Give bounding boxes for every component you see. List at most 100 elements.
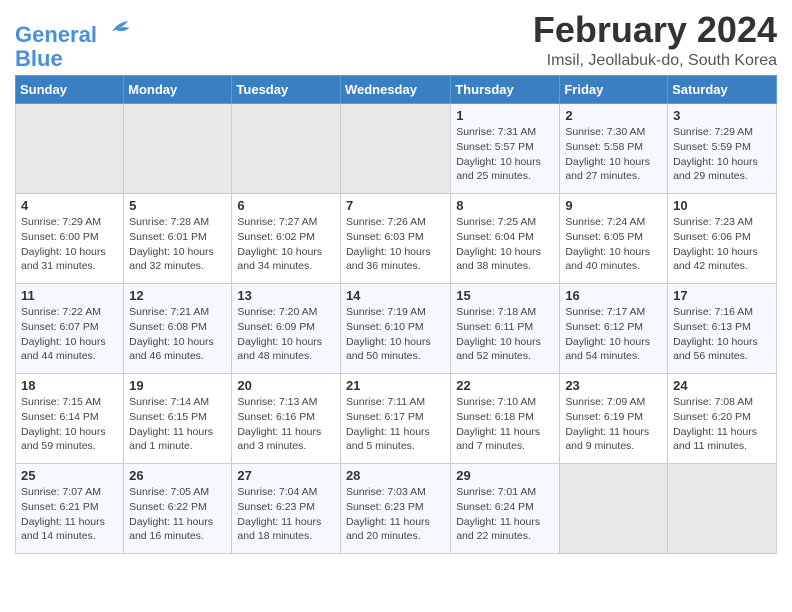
calendar-cell: 9 Sunrise: 7:24 AMSunset: 6:05 PMDaylight… xyxy=(560,194,668,284)
calendar-cell xyxy=(124,104,232,194)
day-info: Sunrise: 7:29 AMSunset: 5:59 PMDaylight:… xyxy=(673,125,771,184)
weekday-header-friday: Friday xyxy=(560,76,668,104)
calendar-cell: 27 Sunrise: 7:04 AMSunset: 6:23 PMDayligh… xyxy=(232,464,341,554)
calendar-cell: 16Sunrise: 7:17 AMSunset: 6:12 PMDayligh… xyxy=(560,284,668,374)
calendar-cell xyxy=(340,104,450,194)
day-info: Sunrise: 7:30 AMSunset: 5:58 PMDaylight:… xyxy=(565,125,662,184)
calendar-cell: 29 Sunrise: 7:01 AMSunset: 6:24 PMDayligh… xyxy=(451,464,560,554)
calendar-cell: 19Sunrise: 7:14 AMSunset: 6:15 PMDayligh… xyxy=(124,374,232,464)
title-section: February 2024 Imsil, Jeollabuk-do, South… xyxy=(533,10,777,70)
day-number: 20 xyxy=(237,378,335,393)
day-number: 24 xyxy=(673,378,771,393)
day-number: 3 xyxy=(673,108,771,123)
day-number: 1 xyxy=(456,108,554,123)
day-number: 12 xyxy=(129,288,226,303)
calendar-cell: 10 Sunrise: 7:23 AMSunset: 6:06 PMDayligh… xyxy=(668,194,777,284)
calendar-cell: 2 Sunrise: 7:30 AMSunset: 5:58 PMDaylight… xyxy=(560,104,668,194)
day-number: 28 xyxy=(346,468,445,483)
day-info: Sunrise: 7:15 AMSunset: 6:14 PMDaylight:… xyxy=(21,395,118,454)
day-info: Sunrise: 7:31 AMSunset: 5:57 PMDaylight:… xyxy=(456,125,554,184)
calendar-cell xyxy=(232,104,341,194)
day-number: 23 xyxy=(565,378,662,393)
day-info: Sunrise: 7:23 AMSunset: 6:06 PMDaylight:… xyxy=(673,215,771,274)
calendar-cell: 5 Sunrise: 7:28 AMSunset: 6:01 PMDaylight… xyxy=(124,194,232,284)
day-number: 14 xyxy=(346,288,445,303)
day-number: 27 xyxy=(237,468,335,483)
calendar-cell: 3 Sunrise: 7:29 AMSunset: 5:59 PMDaylight… xyxy=(668,104,777,194)
day-info: Sunrise: 7:27 AMSunset: 6:02 PMDaylight:… xyxy=(237,215,335,274)
weekday-header-tuesday: Tuesday xyxy=(232,76,341,104)
logo-general: General xyxy=(15,22,97,47)
day-number: 6 xyxy=(237,198,335,213)
calendar-cell: 13Sunrise: 7:20 AMSunset: 6:09 PMDayligh… xyxy=(232,284,341,374)
calendar-cell: 24 Sunrise: 7:08 AMSunset: 6:20 PMDayligh… xyxy=(668,374,777,464)
calendar-cell: 14 Sunrise: 7:19 AMSunset: 6:10 PMDayligh… xyxy=(340,284,450,374)
day-number: 5 xyxy=(129,198,226,213)
logo-blue: Blue xyxy=(15,47,133,71)
day-number: 25 xyxy=(21,468,118,483)
calendar-cell: 7 Sunrise: 7:26 AMSunset: 6:03 PMDaylight… xyxy=(340,194,450,284)
day-number: 13 xyxy=(237,288,335,303)
day-info: Sunrise: 7:22 AMSunset: 6:07 PMDaylight:… xyxy=(21,305,118,364)
calendar-cell: 6 Sunrise: 7:27 AMSunset: 6:02 PMDaylight… xyxy=(232,194,341,284)
day-info: Sunrise: 7:13 AMSunset: 6:16 PMDaylight:… xyxy=(237,395,335,454)
page-header: General Blue February 2024 Imsil, Jeolla… xyxy=(15,10,777,71)
calendar-cell xyxy=(16,104,124,194)
day-number: 4 xyxy=(21,198,118,213)
calendar-week-row: 11 Sunrise: 7:22 AMSunset: 6:07 PMDayligh… xyxy=(16,284,777,374)
calendar-cell: 12Sunrise: 7:21 AMSunset: 6:08 PMDayligh… xyxy=(124,284,232,374)
day-number: 9 xyxy=(565,198,662,213)
day-info: Sunrise: 7:01 AMSunset: 6:24 PMDaylight:… xyxy=(456,485,554,544)
day-number: 15 xyxy=(456,288,554,303)
calendar-table: SundayMondayTuesdayWednesdayThursdayFrid… xyxy=(15,75,777,554)
day-info: Sunrise: 7:24 AMSunset: 6:05 PMDaylight:… xyxy=(565,215,662,274)
calendar-cell: 18Sunrise: 7:15 AMSunset: 6:14 PMDayligh… xyxy=(16,374,124,464)
day-number: 11 xyxy=(21,288,118,303)
day-info: Sunrise: 7:08 AMSunset: 6:20 PMDaylight:… xyxy=(673,395,771,454)
calendar-cell: 25 Sunrise: 7:07 AMSunset: 6:21 PMDayligh… xyxy=(16,464,124,554)
calendar-cell: 17 Sunrise: 7:16 AMSunset: 6:13 PMDayligh… xyxy=(668,284,777,374)
calendar-subtitle: Imsil, Jeollabuk-do, South Korea xyxy=(533,52,777,70)
day-info: Sunrise: 7:10 AMSunset: 6:18 PMDaylight:… xyxy=(456,395,554,454)
calendar-cell xyxy=(668,464,777,554)
day-number: 10 xyxy=(673,198,771,213)
day-info: Sunrise: 7:25 AMSunset: 6:04 PMDaylight:… xyxy=(456,215,554,274)
day-number: 26 xyxy=(129,468,226,483)
day-number: 8 xyxy=(456,198,554,213)
day-number: 2 xyxy=(565,108,662,123)
calendar-cell: 1 Sunrise: 7:31 AMSunset: 5:57 PMDaylight… xyxy=(451,104,560,194)
day-number: 17 xyxy=(673,288,771,303)
day-number: 29 xyxy=(456,468,554,483)
day-number: 22 xyxy=(456,378,554,393)
day-info: Sunrise: 7:29 AMSunset: 6:00 PMDaylight:… xyxy=(21,215,118,274)
day-number: 19 xyxy=(129,378,226,393)
day-info: Sunrise: 7:28 AMSunset: 6:01 PMDaylight:… xyxy=(129,215,226,274)
calendar-cell: 15Sunrise: 7:18 AMSunset: 6:11 PMDayligh… xyxy=(451,284,560,374)
calendar-week-row: 4 Sunrise: 7:29 AMSunset: 6:00 PMDaylight… xyxy=(16,194,777,284)
calendar-cell: 4 Sunrise: 7:29 AMSunset: 6:00 PMDaylight… xyxy=(16,194,124,284)
weekday-header-thursday: Thursday xyxy=(451,76,560,104)
day-info: Sunrise: 7:26 AMSunset: 6:03 PMDaylight:… xyxy=(346,215,445,274)
day-info: Sunrise: 7:04 AMSunset: 6:23 PMDaylight:… xyxy=(237,485,335,544)
calendar-cell xyxy=(560,464,668,554)
day-info: Sunrise: 7:09 AMSunset: 6:19 PMDaylight:… xyxy=(565,395,662,454)
weekday-header-monday: Monday xyxy=(124,76,232,104)
day-info: Sunrise: 7:11 AMSunset: 6:17 PMDaylight:… xyxy=(346,395,445,454)
calendar-cell: 26 Sunrise: 7:05 AMSunset: 6:22 PMDayligh… xyxy=(124,464,232,554)
calendar-week-row: 25 Sunrise: 7:07 AMSunset: 6:21 PMDayligh… xyxy=(16,464,777,554)
calendar-title: February 2024 xyxy=(533,10,777,50)
day-number: 21 xyxy=(346,378,445,393)
day-number: 7 xyxy=(346,198,445,213)
day-info: Sunrise: 7:07 AMSunset: 6:21 PMDaylight:… xyxy=(21,485,118,544)
logo: General Blue xyxy=(15,14,133,71)
calendar-week-row: 1 Sunrise: 7:31 AMSunset: 5:57 PMDaylight… xyxy=(16,104,777,194)
calendar-cell: 8 Sunrise: 7:25 AMSunset: 6:04 PMDaylight… xyxy=(451,194,560,284)
calendar-cell: 21 Sunrise: 7:11 AMSunset: 6:17 PMDayligh… xyxy=(340,374,450,464)
day-info: Sunrise: 7:05 AMSunset: 6:22 PMDaylight:… xyxy=(129,485,226,544)
day-info: Sunrise: 7:16 AMSunset: 6:13 PMDaylight:… xyxy=(673,305,771,364)
weekday-header-row: SundayMondayTuesdayWednesdayThursdayFrid… xyxy=(16,76,777,104)
day-info: Sunrise: 7:19 AMSunset: 6:10 PMDaylight:… xyxy=(346,305,445,364)
weekday-header-sunday: Sunday xyxy=(16,76,124,104)
day-info: Sunrise: 7:17 AMSunset: 6:12 PMDaylight:… xyxy=(565,305,662,364)
day-info: Sunrise: 7:03 AMSunset: 6:23 PMDaylight:… xyxy=(346,485,445,544)
